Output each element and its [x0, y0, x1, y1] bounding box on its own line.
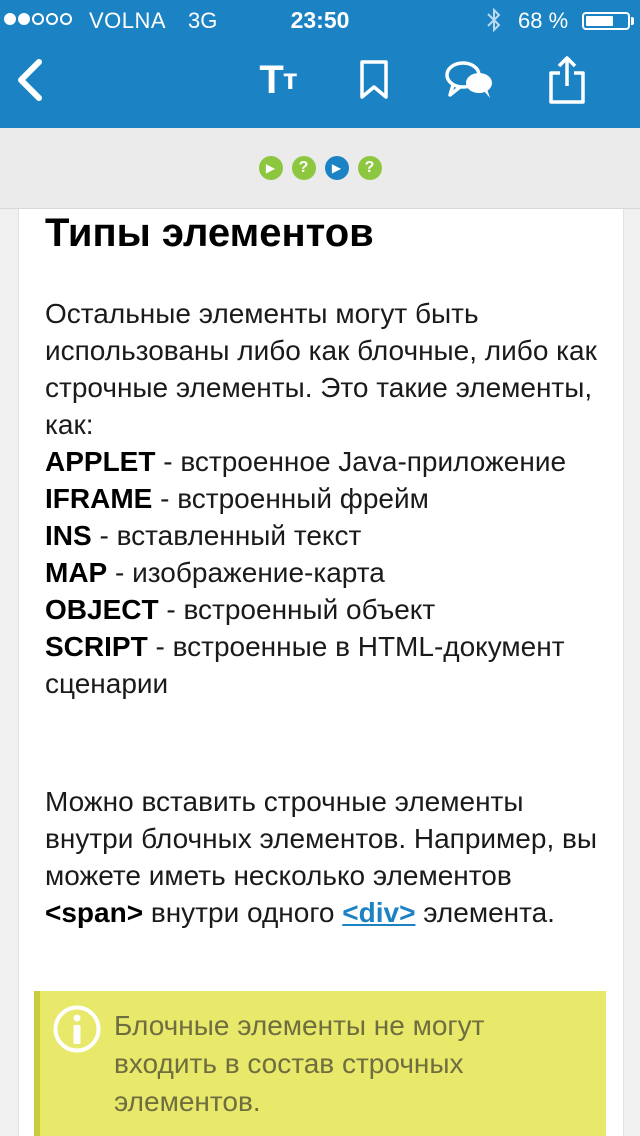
paragraph-text: внутри одного — [143, 897, 343, 928]
font-size-label-small: т — [282, 63, 298, 96]
chevron-left-icon — [18, 59, 42, 101]
intro-text: Остальные элементы могут быть использова… — [45, 298, 597, 440]
note-text: Блочные элементы не могут входить в сост… — [114, 1010, 485, 1117]
element-description: - встроенное Java-приложение — [155, 446, 567, 477]
speech-bubbles-icon — [445, 61, 492, 98]
lesson-step-quiz[interactable]: ? — [357, 156, 382, 180]
element-name: OBJECT — [45, 594, 159, 625]
element-item: SCRIPT - встроенные в HTML-документ сцен… — [45, 628, 605, 702]
element-item: APPLET - встроенное Java-приложение — [45, 443, 605, 480]
div-tag-link[interactable]: <div> — [342, 897, 415, 928]
font-size-label: T — [259, 57, 283, 102]
question-icon: ? — [298, 159, 309, 176]
element-description: - встроенный фрейм — [152, 483, 429, 514]
element-name: INS — [45, 520, 92, 551]
paragraph-text: элемента. — [415, 897, 555, 928]
element-description: - вставленный текст — [91, 520, 362, 551]
status-bar: VOLNA 3G 23:50 68 % — [0, 0, 640, 40]
element-description: - встроенный объект — [158, 594, 436, 625]
info-note: Блочные элементы не могут входить в сост… — [34, 991, 606, 1136]
share-icon — [549, 56, 585, 104]
comments-button[interactable] — [440, 50, 500, 110]
element-name: MAP — [45, 557, 108, 588]
share-button[interactable] — [540, 50, 594, 110]
back-button[interactable] — [8, 50, 52, 110]
element-description: - изображение-карта — [107, 557, 385, 588]
question-icon: ? — [364, 159, 375, 176]
span-tag: <span> — [45, 897, 144, 928]
battery-icon — [582, 12, 630, 30]
second-paragraph: Можно вставить строчные элементы внутри … — [45, 783, 605, 931]
play-icon: ▶ — [265, 161, 276, 175]
lesson-progress: ▶? ▶? — [0, 128, 640, 209]
element-name: IFRAME — [45, 483, 153, 514]
element-list: APPLET - встроенное Java-приложение IFRAM… — [45, 443, 605, 702]
play-icon: ▶ — [331, 161, 342, 175]
element-item: OBJECT - встроенный объект — [45, 591, 605, 628]
battery-tip — [631, 17, 634, 25]
bluetooth-icon — [484, 6, 504, 40]
info-icon — [53, 1005, 101, 1053]
element-item: IFRAME - встроенный фрейм — [45, 480, 605, 517]
lesson-step-quiz[interactable]: ? — [291, 156, 316, 180]
lesson-step-play[interactable]: ▶ — [258, 156, 283, 180]
intro-paragraph: Остальные элементы могут быть использова… — [45, 295, 605, 702]
top-bar: VOLNA 3G 23:50 68 % Tт — [0, 0, 640, 128]
element-item: MAP - изображение-карта — [45, 554, 605, 591]
battery-level — [586, 16, 613, 26]
page-title: Типы элементов — [45, 211, 374, 255]
paragraph-text: Можно вставить строчные элементы внутри … — [45, 786, 598, 891]
bookmark-icon — [360, 60, 388, 99]
bookmark-button[interactable] — [352, 50, 396, 110]
battery-percent: 68 % — [518, 8, 569, 33]
element-name: SCRIPT — [45, 631, 148, 662]
lesson-step-play[interactable]: ▶ — [324, 156, 349, 180]
element-name: APPLET — [45, 446, 156, 477]
font-size-button[interactable]: Tт — [246, 50, 310, 110]
element-item: INS - вставленный текст — [45, 517, 605, 554]
